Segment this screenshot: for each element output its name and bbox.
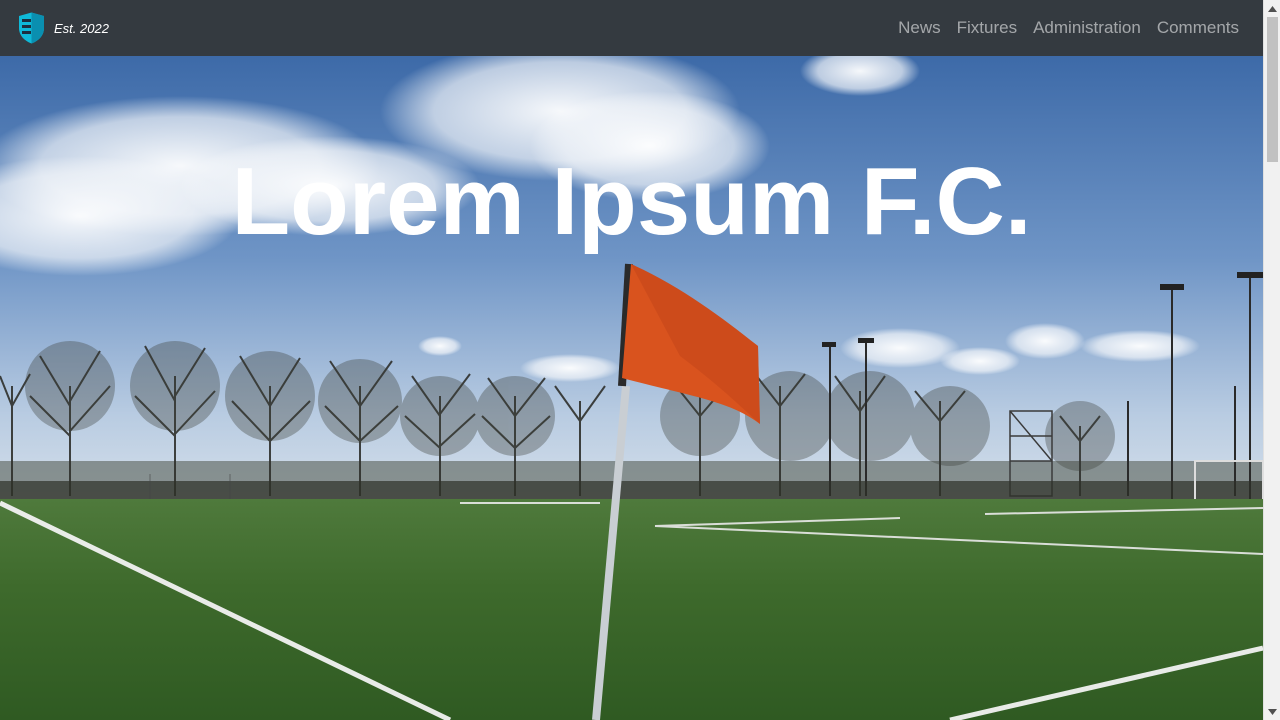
vertical-scrollbar[interactable] xyxy=(1263,0,1280,720)
hero-title: Lorem Ipsum F.C. xyxy=(231,148,1032,255)
brand-text: Est. 2022 xyxy=(54,20,109,36)
shield-icon xyxy=(19,12,44,44)
scroll-up-icon[interactable] xyxy=(1264,0,1280,17)
nav-links: News Fixtures Administration Comments xyxy=(898,0,1239,56)
navbar: Est. 2022 News Fixtures Administration C… xyxy=(0,0,1263,56)
nav-link-fixtures[interactable]: Fixtures xyxy=(957,0,1017,56)
nav-link-administration[interactable]: Administration xyxy=(1033,0,1141,56)
scroll-down-icon[interactable] xyxy=(1264,703,1280,720)
brand-link[interactable]: Est. 2022 xyxy=(18,12,109,44)
scrollbar-thumb[interactable] xyxy=(1267,17,1278,162)
nav-link-comments[interactable]: Comments xyxy=(1157,0,1239,56)
hero-section: Lorem Ipsum F.C. xyxy=(0,56,1263,720)
nav-link-news[interactable]: News xyxy=(898,0,941,56)
